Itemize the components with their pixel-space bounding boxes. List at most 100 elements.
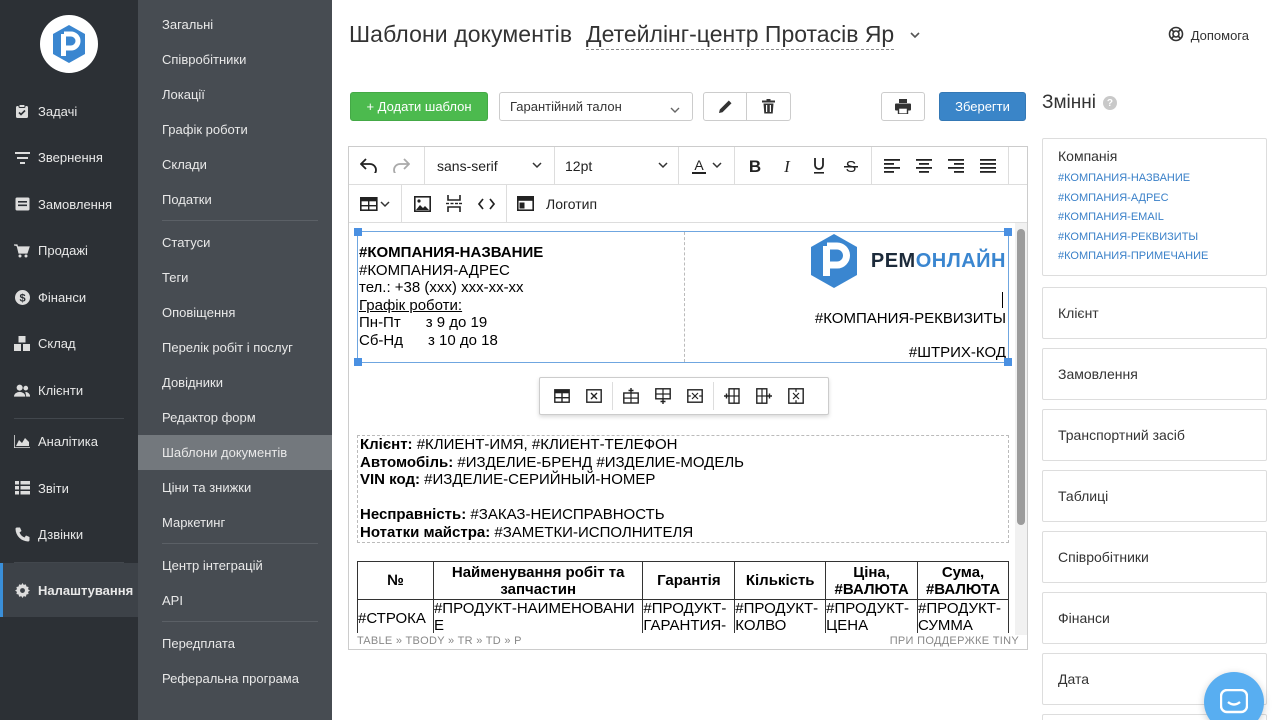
nav-item-clients[interactable]: Клієнти [0, 367, 138, 414]
variable-chip[interactable]: #КОМПАНИЯ-РЕКВИЗИТЫ [1058, 228, 1266, 248]
align-right-button[interactable] [940, 152, 972, 180]
nav-item-settings[interactable]: Налаштування [0, 563, 138, 617]
subnav-item-marketing[interactable]: Маркетинг [138, 505, 332, 540]
resize-handle[interactable] [1004, 358, 1012, 366]
nav-item-sales[interactable]: Продажі [0, 228, 138, 275]
subnav-item-prices[interactable]: Ціни та знижки [138, 470, 332, 505]
table-cell[interactable]: #СТРОКА [357, 599, 434, 633]
question-icon[interactable]: ? [1102, 96, 1117, 110]
scrollbar-thumb[interactable] [1017, 229, 1025, 525]
nav-item-warehouse[interactable]: Склад [0, 321, 138, 368]
element-path[interactable]: TABLE » TBODY » TR » TD » P [357, 635, 522, 647]
print-button[interactable] [881, 92, 925, 121]
company-info-cell[interactable]: #КОМПАНИЯ-НАЗВАНИЕ #КОМПАНИЯ-АДРЕС тел.:… [359, 244, 684, 349]
subnav-item-warehouses[interactable]: Склади [138, 147, 332, 182]
add-template-button[interactable]: + Додати шаблон [350, 92, 488, 121]
subnav-item-general[interactable]: Загальні [138, 7, 332, 42]
nav-item-analytics[interactable]: Аналітика [0, 419, 138, 466]
editor-content[interactable]: #КОМПАНИЯ-НАЗВАНИЕ #КОМПАНИЯ-АДРЕС тел.:… [349, 223, 1017, 633]
table-cell[interactable]: #ПРОДУКТ-ЦЕНА [825, 599, 919, 633]
underline-button[interactable] [803, 152, 835, 180]
subnav-item-locations[interactable]: Локації [138, 77, 332, 112]
works-table[interactable]: № Найменування робіт та запчастин Гарант… [357, 561, 1009, 633]
var-section-vehicle[interactable]: Транспортний засіб [1042, 409, 1267, 461]
table-properties-button[interactable] [546, 382, 578, 410]
subnav-item-directories[interactable]: Довідники [138, 365, 332, 400]
insert-col-before-button[interactable] [716, 382, 748, 410]
table-cell[interactable]: #ПРОДУКТ-НАИМЕНОВАНИЕ [432, 599, 644, 633]
edit-template-button[interactable] [703, 92, 747, 121]
align-center-button[interactable] [908, 152, 940, 180]
subnav-item-doc-templates[interactable]: Шаблони документів [138, 435, 332, 470]
chevron-down-icon[interactable] [910, 28, 920, 42]
var-section-company[interactable]: Компанія #КОМПАНИЯ-НАЗВАНИЕ #КОМПАНИЯ-АД… [1042, 138, 1267, 276]
subnav-item-referral[interactable]: Реферальна програма [138, 661, 332, 696]
insert-row-before-button[interactable] [615, 382, 647, 410]
subnav-item-services[interactable]: Перелік робіт і послуг [138, 330, 332, 365]
subnav-item-taxes[interactable]: Податки [138, 182, 332, 217]
variable-chip[interactable]: #КОМПАНИЯ-EMAIL [1058, 208, 1266, 228]
font-family-select[interactable]: sans-serif [431, 158, 548, 174]
subnav-item-integrations[interactable]: Центр інтеграцій [138, 548, 332, 583]
help-link[interactable]: Допомога [1168, 26, 1249, 45]
header-table[interactable]: #КОМПАНИЯ-НАЗВАНИЕ #КОМПАНИЯ-АДРЕС тел.:… [354, 228, 1012, 366]
logo[interactable] [0, 0, 138, 88]
subnav-item-tags[interactable]: Теги [138, 260, 332, 295]
bold-button[interactable]: B [739, 152, 771, 180]
save-button[interactable]: Зберегти [939, 92, 1026, 121]
variable-chip[interactable]: #КОМПАНИЯ-АДРЕС [1058, 189, 1266, 209]
font-size-select[interactable]: 12pt [559, 158, 674, 174]
insert-row-after-button[interactable] [647, 382, 679, 410]
client-info-block[interactable]: Клієнт: #КЛИЕНТ-ИМЯ, #КЛИЕНТ-ТЕЛЕФОН Авт… [357, 435, 1009, 543]
align-left-button[interactable] [876, 152, 908, 180]
nav-item-finance[interactable]: $ Фінанси [0, 274, 138, 321]
delete-row-button[interactable] [679, 382, 711, 410]
subnav-item-form-editor[interactable]: Редактор форм [138, 400, 332, 435]
var-section-tables[interactable]: Таблиці [1042, 470, 1267, 522]
subnav-item-employees[interactable]: Співробітники [138, 42, 332, 77]
resize-handle[interactable] [354, 228, 362, 236]
image-button[interactable] [406, 190, 438, 218]
variable-chip[interactable]: #КОМПАНИЯ-ПРИМЕЧАНИЕ [1058, 247, 1266, 267]
template-select[interactable]: Гарантійний талон [499, 92, 693, 121]
source-code-button[interactable] [470, 190, 502, 218]
filter-lines-icon [14, 150, 30, 166]
var-section-finance[interactable]: Фінанси [1042, 592, 1267, 644]
nav-item-calls[interactable]: Дзвінки [0, 512, 138, 559]
nav-item-tasks[interactable]: Задачі [0, 88, 138, 135]
delete-template-button[interactable] [746, 92, 791, 121]
table-cell[interactable]: #ПРОДУКТ-КОЛВО [734, 599, 827, 633]
subnav-item-schedule[interactable]: Графік роботи [138, 112, 332, 147]
delete-col-button[interactable] [780, 382, 812, 410]
subnav-item-subscription[interactable]: Передплата [138, 626, 332, 661]
align-justify-button[interactable] [972, 152, 1004, 180]
italic-button[interactable]: I [771, 152, 803, 180]
insert-col-after-button[interactable] [748, 382, 780, 410]
var-section-client[interactable]: Клієнт [1042, 287, 1267, 339]
nav-item-orders[interactable]: Замовлення [0, 181, 138, 228]
var-section-order[interactable]: Замовлення [1042, 348, 1267, 400]
subnav-item-statuses[interactable]: Статуси [138, 225, 332, 260]
redo-button[interactable] [385, 152, 417, 180]
variable-chip[interactable]: #КОМПАНИЯ-НАЗВАНИЕ [1058, 169, 1266, 189]
company-select[interactable]: Детейлінг-центр Протасів Яр [586, 21, 895, 50]
undo-button[interactable] [353, 152, 385, 180]
page-break-button[interactable] [438, 190, 470, 218]
remonline-logo-icon [810, 234, 857, 288]
editor-scrollbar[interactable] [1015, 223, 1027, 635]
var-section-employees[interactable]: Співробітники [1042, 531, 1267, 583]
nav-item-requests[interactable]: Звернення [0, 135, 138, 182]
table-cell[interactable]: #ПРОДУКТ-СУММА [917, 599, 1009, 633]
table-button[interactable] [353, 190, 397, 218]
delete-table-button[interactable] [578, 382, 610, 410]
nav-item-reports[interactable]: Звіти [0, 465, 138, 512]
resize-handle[interactable] [354, 358, 362, 366]
logo-insert-button[interactable]: Логотип [513, 190, 601, 218]
table-cell[interactable]: #ПРОДУКТ-ГАРАНТИЯ- [642, 599, 736, 633]
text-color-button[interactable]: A [683, 152, 730, 180]
resize-handle[interactable] [1004, 228, 1012, 236]
subnav-item-api[interactable]: API [138, 583, 332, 618]
subnav-item-notifications[interactable]: Оповіщення [138, 295, 332, 330]
strikethrough-button[interactable]: S [835, 152, 867, 180]
powered-by[interactable]: ПРИ ПОДДЕРЖКЕ TINY [890, 635, 1019, 647]
